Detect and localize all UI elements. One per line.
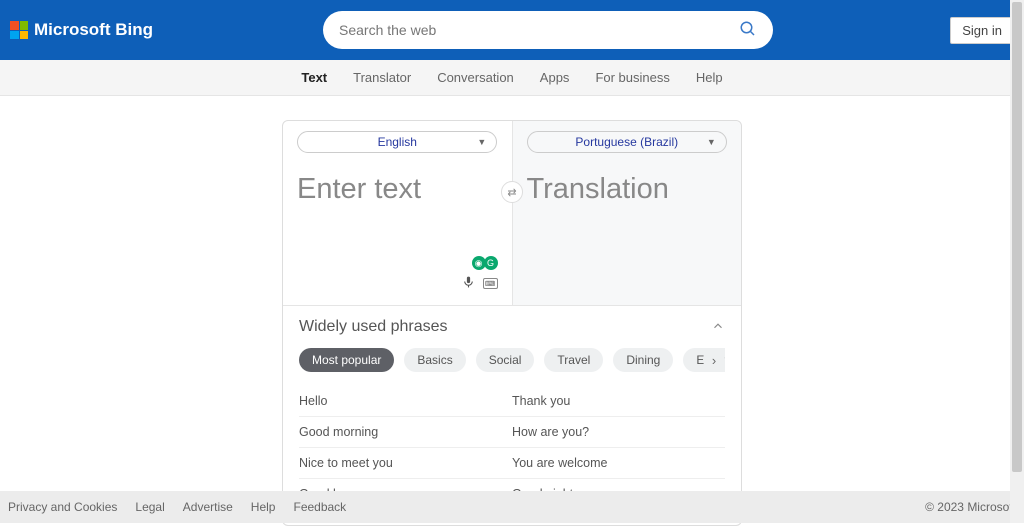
chevron-up-icon[interactable] (711, 319, 725, 336)
phrase-category-chips: Most popular Basics Social Travel Dining… (299, 348, 725, 372)
tab-for-business[interactable]: For business (595, 70, 669, 85)
chip-scroll-right-icon[interactable]: › (703, 349, 725, 371)
footer-feedback[interactable]: Feedback (293, 500, 346, 514)
footer-help[interactable]: Help (251, 500, 276, 514)
nav-tabs: Text Translator Conversation Apps For bu… (0, 60, 1024, 96)
target-language-selector[interactable]: Portuguese (Brazil) ▼ (527, 131, 727, 153)
search-input[interactable] (339, 22, 739, 38)
chip-travel[interactable]: Travel (544, 348, 603, 372)
header: Microsoft Bing Sign in (0, 0, 1024, 60)
target-pane: Portuguese (Brazil) ▼ Translation (512, 121, 742, 305)
keyboard-icon[interactable]: ⌨ (483, 278, 498, 289)
tab-help[interactable]: Help (696, 70, 723, 85)
chip-most-popular[interactable]: Most popular (299, 348, 394, 372)
footer-advertise[interactable]: Advertise (183, 500, 233, 514)
tab-text[interactable]: Text (301, 70, 327, 85)
brand-text: Microsoft Bing (34, 20, 153, 40)
target-language-label: Portuguese (Brazil) (575, 135, 678, 149)
swap-languages-button[interactable]: ⇄ (501, 181, 523, 203)
chevron-down-icon: ▼ (707, 137, 716, 147)
source-language-selector[interactable]: English ▼ (297, 131, 497, 153)
translator-card: English ▼ Enter text ◉ G ⌨ ⇄ Portuguese … (282, 120, 742, 526)
phrases-title: Widely used phrases (299, 318, 448, 336)
phrase-item[interactable]: How are you? (512, 417, 725, 448)
scrollbar[interactable] (1010, 0, 1024, 523)
footer-legal[interactable]: Legal (135, 500, 164, 514)
source-language-label: English (378, 135, 417, 149)
microphone-icon[interactable] (462, 274, 475, 293)
phrase-item[interactable]: Nice to meet you (299, 448, 512, 479)
chip-social[interactable]: Social (476, 348, 535, 372)
scrollbar-thumb[interactable] (1012, 2, 1022, 472)
phrase-item[interactable]: You are welcome (512, 448, 725, 479)
phrase-item[interactable]: Hello (299, 386, 512, 417)
footer-copyright: © 2023 Microsoft (925, 500, 1016, 514)
chip-dining[interactable]: Dining (613, 348, 673, 372)
signin-button[interactable]: Sign in (950, 17, 1014, 44)
source-text-placeholder[interactable]: Enter text (297, 173, 498, 206)
footer: Privacy and Cookies Legal Advertise Help… (0, 491, 1024, 523)
footer-privacy[interactable]: Privacy and Cookies (8, 500, 117, 514)
tab-conversation[interactable]: Conversation (437, 70, 514, 85)
chip-basics[interactable]: Basics (404, 348, 465, 372)
tab-translator[interactable]: Translator (353, 70, 411, 85)
search-box (323, 11, 773, 49)
grammarly-icon[interactable]: ◉ G (472, 256, 498, 270)
target-text-placeholder: Translation (527, 173, 728, 206)
microsoft-logo-icon (10, 21, 28, 39)
chevron-down-icon: ▼ (477, 137, 486, 147)
phrase-item[interactable]: Good morning (299, 417, 512, 448)
tab-apps[interactable]: Apps (540, 70, 570, 85)
phrase-item[interactable]: Thank you (512, 386, 725, 417)
source-pane: English ▼ Enter text ◉ G ⌨ (283, 121, 512, 305)
brand-logo[interactable]: Microsoft Bing (10, 20, 153, 40)
search-icon[interactable] (739, 20, 757, 41)
